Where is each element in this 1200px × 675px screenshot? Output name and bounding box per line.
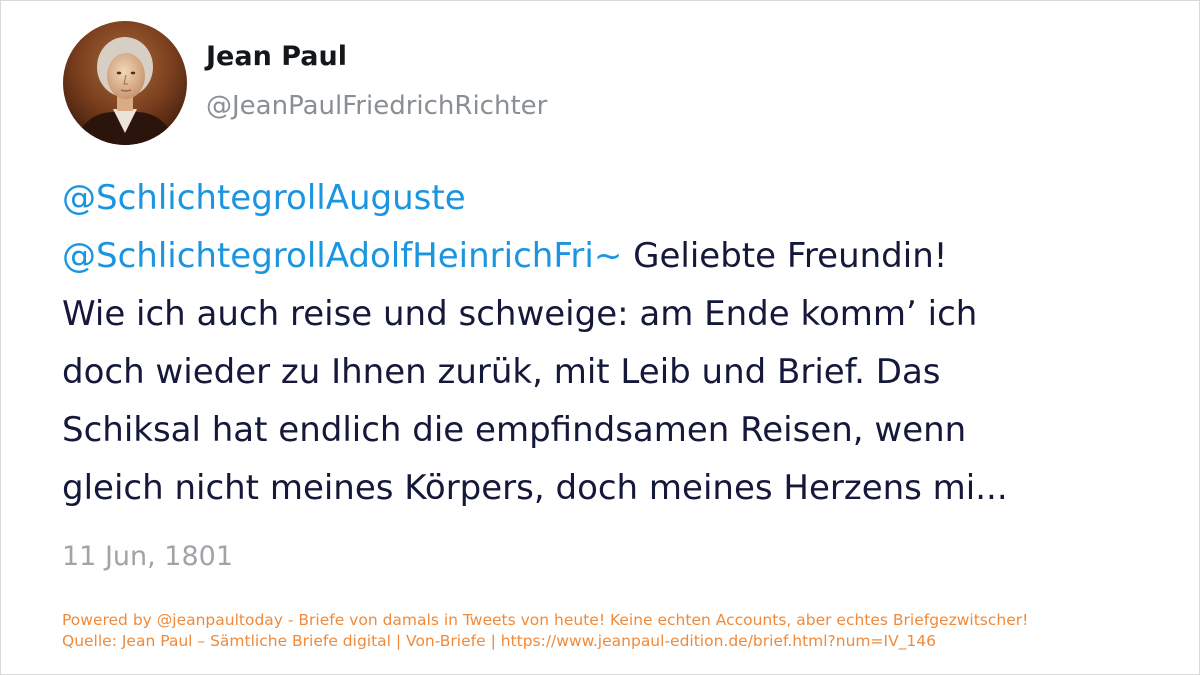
tweet-line-3: Wie ich auch reise und schweige: am Ende… [62,294,978,334]
author-display-name[interactable]: Jean Paul [206,41,347,72]
tweet-line-2: @SchlichtegrollAdolfHeinrichFri~ Geliebt… [62,227,1142,285]
tweet-line-5: Schiksal hat endlich die empfindsamen Re… [62,410,967,450]
tweet-line-6: gleich nicht meines Körpers, doch meines… [62,468,1008,508]
mention-link[interactable]: @SchlichtegrollAdolfHeinrichFri~ [62,236,622,276]
tweet-text-segment: Geliebte Freundin! [622,236,948,276]
author-avatar[interactable] [63,21,187,145]
tweet-text: @SchlichtegrollAuguste @SchlichtegrollAd… [62,169,1142,517]
portrait-avatar-icon [63,21,187,145]
author-handle[interactable]: @JeanPaulFriedrichRichter [206,91,547,121]
footer-credits: Powered by @jeanpaultoday - Briefe von d… [62,610,1028,652]
tweet-card: Jean Paul @JeanPaulFriedrichRichter @Sch… [0,0,1200,675]
footer-powered-by: Powered by @jeanpaultoday - Briefe von d… [62,611,1029,629]
footer-source: Quelle: Jean Paul – Sämtliche Briefe dig… [62,632,937,650]
tweet-line-4: doch wieder zu Ihnen zurük, mit Leib und… [62,352,941,392]
tweet-line-1: @SchlichtegrollAuguste [62,169,1142,227]
tweet-date: 11 Jun, 1801 [62,541,234,572]
mention-link[interactable]: @SchlichtegrollAuguste [62,178,466,218]
